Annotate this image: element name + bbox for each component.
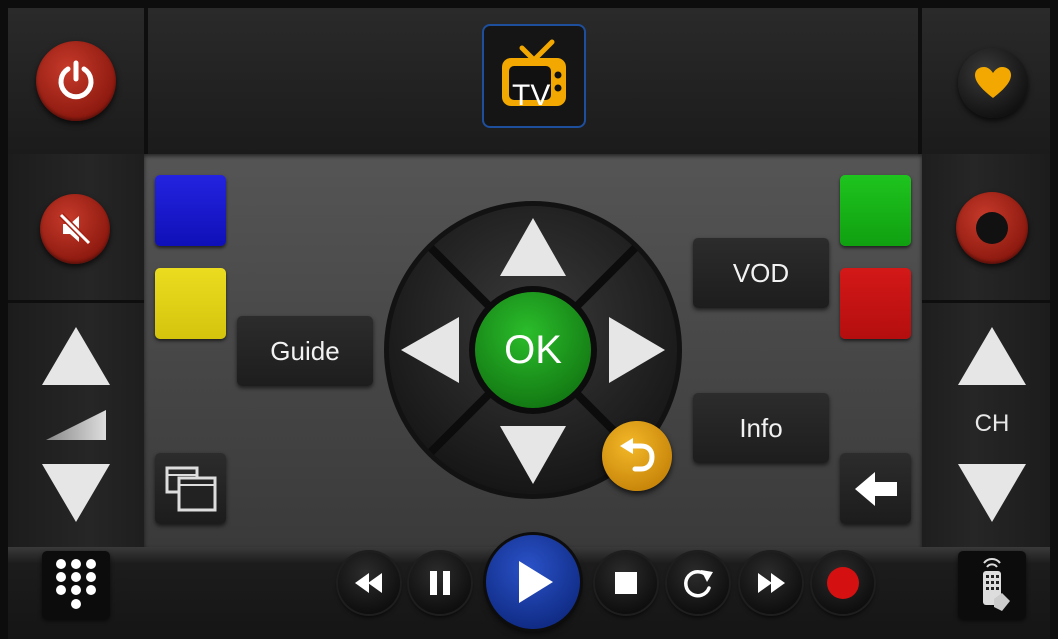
exit-button[interactable] [840, 453, 911, 524]
triangle-up-icon [42, 327, 110, 385]
channel-up-button[interactable] [956, 325, 1028, 387]
play-icon [519, 561, 553, 603]
keypad-button[interactable] [42, 551, 110, 619]
guide-button[interactable]: Guide [237, 316, 373, 386]
stop-button[interactable] [595, 552, 657, 614]
triangle-up-icon [958, 327, 1026, 385]
record-icon [827, 567, 859, 599]
divider [922, 300, 1050, 303]
rewind-icon [355, 573, 382, 593]
replay-icon [684, 569, 713, 598]
rewind-button[interactable] [338, 552, 400, 614]
tv-logo-button[interactable]: TV [482, 24, 586, 128]
channel-down-button[interactable] [956, 462, 1028, 524]
remote-control-icon [983, 558, 1010, 611]
keypad-icon [56, 559, 96, 609]
play-button[interactable] [486, 535, 580, 629]
overlapping-windows-icon [165, 466, 216, 511]
left-arrow-icon [854, 471, 897, 506]
favorite-button[interactable] [958, 48, 1028, 118]
divider [8, 300, 144, 303]
yellow-key[interactable] [155, 268, 226, 339]
record-mode-button[interactable] [956, 192, 1028, 264]
record-ring-icon [976, 212, 1008, 244]
back-button[interactable] [602, 421, 672, 491]
triangle-down-icon [42, 464, 110, 522]
fast-forward-button[interactable] [740, 552, 802, 614]
volume-ramp-icon [46, 410, 106, 440]
channel-label: CH [974, 410, 1010, 437]
fast-forward-icon [758, 573, 785, 593]
record-button[interactable] [812, 552, 874, 614]
vod-button[interactable]: VOD [693, 238, 829, 308]
red-key[interactable] [840, 268, 911, 339]
tv-logo-text: TV [512, 79, 551, 112]
pause-icon [430, 571, 450, 595]
undo-arrow-icon [620, 438, 655, 472]
ok-button[interactable]: OK [475, 330, 591, 370]
pip-button[interactable] [155, 453, 226, 524]
remote-app: TV CH Guide VOD Info OK [0, 0, 1058, 639]
divider [918, 8, 922, 154]
mute-icon [58, 212, 92, 246]
divider [144, 8, 148, 154]
volume-up-button[interactable] [40, 325, 112, 387]
mute-button[interactable] [40, 194, 110, 264]
blue-key[interactable] [155, 175, 226, 246]
info-button[interactable]: Info [693, 393, 829, 463]
stop-icon [615, 572, 637, 594]
green-key[interactable] [840, 175, 911, 246]
triangle-down-icon [958, 464, 1026, 522]
pause-button[interactable] [409, 552, 471, 614]
power-icon [58, 60, 94, 100]
heart-icon [975, 67, 1011, 98]
remote-button[interactable] [958, 551, 1026, 619]
power-button[interactable] [36, 41, 116, 121]
volume-down-button[interactable] [40, 462, 112, 524]
replay-button[interactable] [667, 552, 729, 614]
